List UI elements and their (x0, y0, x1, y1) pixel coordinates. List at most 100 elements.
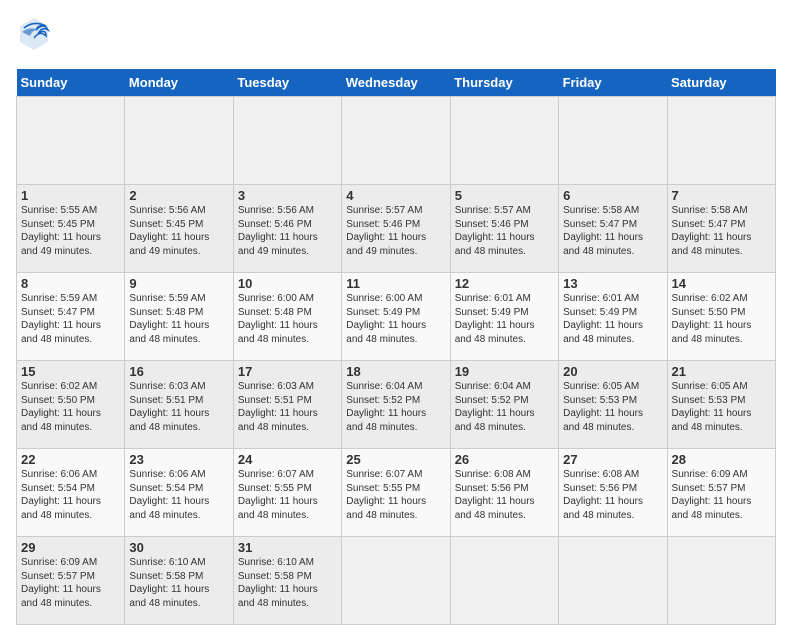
day-info: Sunrise: 6:10 AM Sunset: 5:58 PM Dayligh… (238, 556, 337, 610)
calendar-cell (342, 97, 450, 185)
day-info: Sunrise: 6:02 AM Sunset: 5:50 PM Dayligh… (672, 292, 771, 346)
day-number: 26 (455, 452, 554, 467)
calendar-cell: 23Sunrise: 6:06 AM Sunset: 5:54 PM Dayli… (125, 449, 233, 537)
page-header (16, 16, 776, 57)
day-info: Sunrise: 6:00 AM Sunset: 5:49 PM Dayligh… (346, 292, 445, 346)
day-number: 28 (672, 452, 771, 467)
calendar-cell (667, 97, 775, 185)
day-info: Sunrise: 6:05 AM Sunset: 5:53 PM Dayligh… (563, 380, 662, 434)
day-info: Sunrise: 5:59 AM Sunset: 5:47 PM Dayligh… (21, 292, 120, 346)
day-info: Sunrise: 6:09 AM Sunset: 5:57 PM Dayligh… (672, 468, 771, 522)
day-info: Sunrise: 6:09 AM Sunset: 5:57 PM Dayligh… (21, 556, 120, 610)
column-header-saturday: Saturday (667, 69, 775, 97)
day-info: Sunrise: 6:01 AM Sunset: 5:49 PM Dayligh… (563, 292, 662, 346)
calendar-cell (233, 97, 341, 185)
calendar-cell: 27Sunrise: 6:08 AM Sunset: 5:56 PM Dayli… (559, 449, 667, 537)
day-info: Sunrise: 6:03 AM Sunset: 5:51 PM Dayligh… (238, 380, 337, 434)
calendar-table: SundayMondayTuesdayWednesdayThursdayFrid… (16, 69, 776, 625)
calendar-cell (17, 97, 125, 185)
column-header-sunday: Sunday (17, 69, 125, 97)
day-info: Sunrise: 6:03 AM Sunset: 5:51 PM Dayligh… (129, 380, 228, 434)
day-info: Sunrise: 6:10 AM Sunset: 5:58 PM Dayligh… (129, 556, 228, 610)
day-info: Sunrise: 6:02 AM Sunset: 5:50 PM Dayligh… (21, 380, 120, 434)
day-info: Sunrise: 5:57 AM Sunset: 5:46 PM Dayligh… (346, 204, 445, 258)
column-header-friday: Friday (559, 69, 667, 97)
day-number: 19 (455, 364, 554, 379)
day-number: 9 (129, 276, 228, 291)
day-number: 20 (563, 364, 662, 379)
day-number: 8 (21, 276, 120, 291)
calendar-cell: 14Sunrise: 6:02 AM Sunset: 5:50 PM Dayli… (667, 273, 775, 361)
day-number: 15 (21, 364, 120, 379)
calendar-cell: 13Sunrise: 6:01 AM Sunset: 5:49 PM Dayli… (559, 273, 667, 361)
logo-icon (16, 16, 52, 52)
calendar-cell: 9Sunrise: 5:59 AM Sunset: 5:48 PM Daylig… (125, 273, 233, 361)
day-info: Sunrise: 6:08 AM Sunset: 5:56 PM Dayligh… (455, 468, 554, 522)
day-number: 27 (563, 452, 662, 467)
day-number: 21 (672, 364, 771, 379)
day-info: Sunrise: 6:05 AM Sunset: 5:53 PM Dayligh… (672, 380, 771, 434)
calendar-cell: 3Sunrise: 5:56 AM Sunset: 5:46 PM Daylig… (233, 185, 341, 273)
day-number: 30 (129, 540, 228, 555)
calendar-cell: 22Sunrise: 6:06 AM Sunset: 5:54 PM Dayli… (17, 449, 125, 537)
column-header-monday: Monday (125, 69, 233, 97)
day-info: Sunrise: 5:56 AM Sunset: 5:46 PM Dayligh… (238, 204, 337, 258)
day-number: 5 (455, 188, 554, 203)
calendar-cell (450, 537, 558, 625)
logo (16, 16, 56, 57)
day-info: Sunrise: 5:57 AM Sunset: 5:46 PM Dayligh… (455, 204, 554, 258)
day-number: 18 (346, 364, 445, 379)
day-info: Sunrise: 6:01 AM Sunset: 5:49 PM Dayligh… (455, 292, 554, 346)
day-number: 2 (129, 188, 228, 203)
day-info: Sunrise: 5:58 AM Sunset: 5:47 PM Dayligh… (672, 204, 771, 258)
calendar-week-row: 1Sunrise: 5:55 AM Sunset: 5:45 PM Daylig… (17, 185, 776, 273)
calendar-cell: 11Sunrise: 6:00 AM Sunset: 5:49 PM Dayli… (342, 273, 450, 361)
calendar-cell (559, 537, 667, 625)
calendar-cell (342, 537, 450, 625)
calendar-cell: 7Sunrise: 5:58 AM Sunset: 5:47 PM Daylig… (667, 185, 775, 273)
day-info: Sunrise: 6:04 AM Sunset: 5:52 PM Dayligh… (455, 380, 554, 434)
calendar-cell: 25Sunrise: 6:07 AM Sunset: 5:55 PM Dayli… (342, 449, 450, 537)
day-number: 24 (238, 452, 337, 467)
day-number: 13 (563, 276, 662, 291)
day-info: Sunrise: 6:07 AM Sunset: 5:55 PM Dayligh… (238, 468, 337, 522)
calendar-header-row: SundayMondayTuesdayWednesdayThursdayFrid… (17, 69, 776, 97)
day-number: 16 (129, 364, 228, 379)
day-number: 10 (238, 276, 337, 291)
calendar-cell: 21Sunrise: 6:05 AM Sunset: 5:53 PM Dayli… (667, 361, 775, 449)
day-number: 25 (346, 452, 445, 467)
day-number: 22 (21, 452, 120, 467)
calendar-cell: 8Sunrise: 5:59 AM Sunset: 5:47 PM Daylig… (17, 273, 125, 361)
day-number: 6 (563, 188, 662, 203)
calendar-cell: 18Sunrise: 6:04 AM Sunset: 5:52 PM Dayli… (342, 361, 450, 449)
day-info: Sunrise: 6:06 AM Sunset: 5:54 PM Dayligh… (129, 468, 228, 522)
day-info: Sunrise: 5:59 AM Sunset: 5:48 PM Dayligh… (129, 292, 228, 346)
day-number: 3 (238, 188, 337, 203)
calendar-cell: 12Sunrise: 6:01 AM Sunset: 5:49 PM Dayli… (450, 273, 558, 361)
calendar-cell: 30Sunrise: 6:10 AM Sunset: 5:58 PM Dayli… (125, 537, 233, 625)
calendar-week-row: 29Sunrise: 6:09 AM Sunset: 5:57 PM Dayli… (17, 537, 776, 625)
calendar-cell (125, 97, 233, 185)
column-header-wednesday: Wednesday (342, 69, 450, 97)
calendar-cell: 5Sunrise: 5:57 AM Sunset: 5:46 PM Daylig… (450, 185, 558, 273)
day-number: 12 (455, 276, 554, 291)
day-number: 31 (238, 540, 337, 555)
calendar-week-row: 15Sunrise: 6:02 AM Sunset: 5:50 PM Dayli… (17, 361, 776, 449)
calendar-cell: 31Sunrise: 6:10 AM Sunset: 5:58 PM Dayli… (233, 537, 341, 625)
day-info: Sunrise: 6:06 AM Sunset: 5:54 PM Dayligh… (21, 468, 120, 522)
day-number: 4 (346, 188, 445, 203)
day-number: 23 (129, 452, 228, 467)
calendar-week-row: 22Sunrise: 6:06 AM Sunset: 5:54 PM Dayli… (17, 449, 776, 537)
calendar-cell: 1Sunrise: 5:55 AM Sunset: 5:45 PM Daylig… (17, 185, 125, 273)
calendar-cell: 2Sunrise: 5:56 AM Sunset: 5:45 PM Daylig… (125, 185, 233, 273)
day-info: Sunrise: 6:00 AM Sunset: 5:48 PM Dayligh… (238, 292, 337, 346)
day-info: Sunrise: 5:55 AM Sunset: 5:45 PM Dayligh… (21, 204, 120, 258)
calendar-cell: 17Sunrise: 6:03 AM Sunset: 5:51 PM Dayli… (233, 361, 341, 449)
calendar-cell: 29Sunrise: 6:09 AM Sunset: 5:57 PM Dayli… (17, 537, 125, 625)
calendar-cell: 16Sunrise: 6:03 AM Sunset: 5:51 PM Dayli… (125, 361, 233, 449)
day-info: Sunrise: 6:08 AM Sunset: 5:56 PM Dayligh… (563, 468, 662, 522)
day-number: 17 (238, 364, 337, 379)
column-header-tuesday: Tuesday (233, 69, 341, 97)
day-info: Sunrise: 6:07 AM Sunset: 5:55 PM Dayligh… (346, 468, 445, 522)
calendar-cell: 20Sunrise: 6:05 AM Sunset: 5:53 PM Dayli… (559, 361, 667, 449)
